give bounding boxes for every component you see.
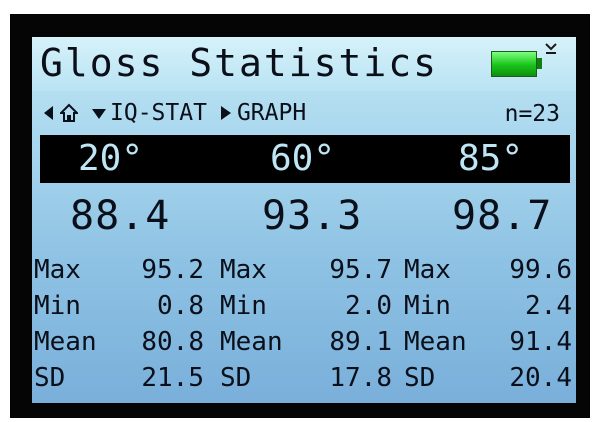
status-row: IQ-STAT GRAPH n=23 xyxy=(32,95,576,131)
angle-header-bar: 20° 60° 85° xyxy=(40,135,570,183)
stat-row-mean: Mean 80.8 Mean 89.1 Mean 91.4 xyxy=(32,325,576,361)
stat-row-min: Min 0.8 Min 2.0 Min 2.4 xyxy=(32,289,576,325)
stat-label: SD xyxy=(404,363,436,393)
reading-60: 93.3 xyxy=(262,193,363,239)
stat-row-sd: SD 21.5 SD 17.8 SD 20.4 xyxy=(32,361,576,397)
usb-icon xyxy=(545,43,557,54)
stat-value: 80.8 xyxy=(141,327,204,357)
title-bar: Gloss Statistics xyxy=(32,37,576,91)
stat-label: Mean xyxy=(220,327,283,357)
stat-label: SD xyxy=(220,363,252,393)
reading-20: 88.4 xyxy=(70,193,171,239)
angle-20-label: 20° xyxy=(78,138,144,179)
stat-value: 17.8 xyxy=(329,363,392,393)
stat-value: 95.2 xyxy=(141,255,204,285)
arrow-left-icon[interactable] xyxy=(40,103,58,123)
stat-label: Max xyxy=(34,255,81,285)
stat-value: 2.0 xyxy=(345,291,392,321)
triangle-down-icon xyxy=(92,109,106,119)
angle-60-label: 60° xyxy=(270,138,336,179)
sample-count: n=23 xyxy=(504,101,560,127)
stat-value: 89.1 xyxy=(329,327,392,357)
stat-value: 21.5 xyxy=(141,363,204,393)
current-readings: 88.4 93.3 98.7 xyxy=(32,189,576,245)
mode-label[interactable]: IQ-STAT xyxy=(110,100,207,126)
device-screen: Gloss Statistics IQ-STAT GRAPH n=23 20° … xyxy=(32,37,576,403)
arrow-right-icon xyxy=(220,106,231,120)
graph-link[interactable]: GRAPH xyxy=(237,100,306,126)
reading-85: 98.7 xyxy=(452,193,553,239)
stat-label: Max xyxy=(220,255,267,285)
stat-label: Mean xyxy=(404,327,467,357)
stat-value: 0.8 xyxy=(157,291,204,321)
battery-full-icon xyxy=(491,51,543,77)
navigation-bar: IQ-STAT GRAPH xyxy=(40,98,306,128)
stat-label: Min xyxy=(220,291,267,321)
angle-85-label: 85° xyxy=(458,138,524,179)
stat-value: 20.4 xyxy=(509,363,572,393)
stat-label: Min xyxy=(34,291,81,321)
stat-label: Mean xyxy=(34,327,97,357)
screen-title: Gloss Statistics xyxy=(40,41,439,85)
home-icon[interactable] xyxy=(60,103,78,123)
stat-value: 99.6 xyxy=(509,255,572,285)
stat-label: Min xyxy=(404,291,451,321)
stat-row-max: Max 95.2 Max 95.7 Max 99.6 xyxy=(32,253,576,289)
stat-value: 91.4 xyxy=(509,327,572,357)
stat-value: 95.7 xyxy=(329,255,392,285)
stat-label: SD xyxy=(34,363,66,393)
stat-value: 2.4 xyxy=(525,291,572,321)
stat-label: Max xyxy=(404,255,451,285)
